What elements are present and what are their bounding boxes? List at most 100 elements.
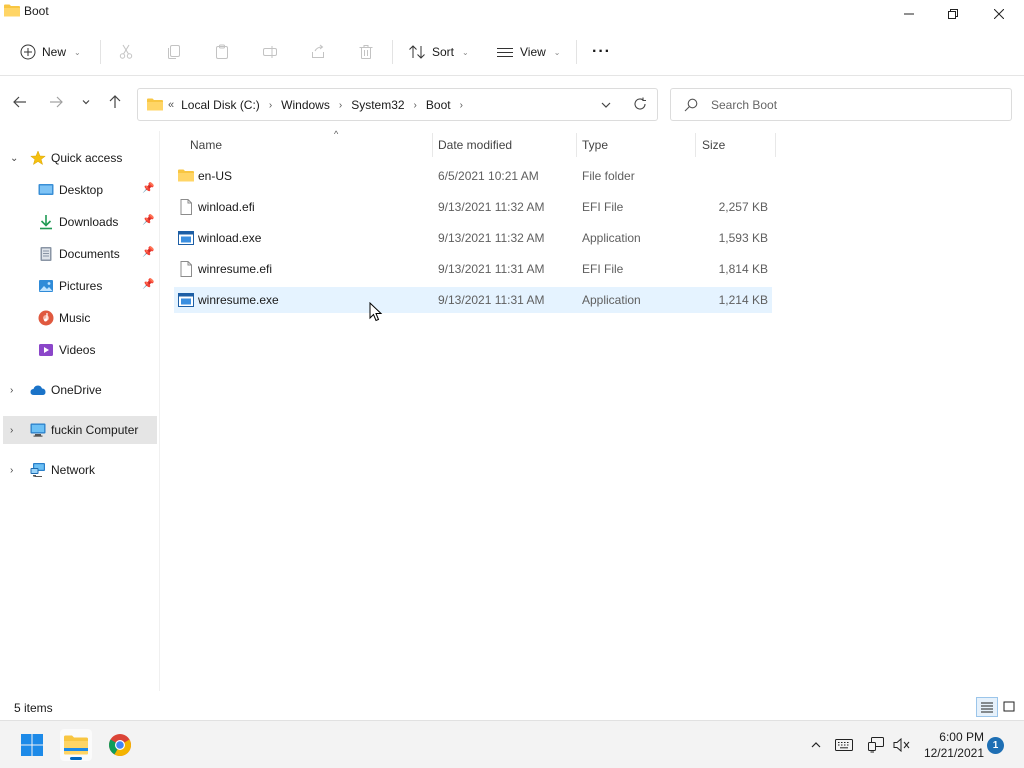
breadcrumb-overflow[interactable]: « xyxy=(168,99,174,111)
chevron-down-icon[interactable]: ⌄ xyxy=(10,153,18,164)
rename-button[interactable] xyxy=(262,38,278,66)
pin-icon[interactable]: 📌 xyxy=(142,247,154,258)
sidebar-item-label: Downloads xyxy=(59,215,119,229)
sidebar-item-computer[interactable]: › fuckin Computer xyxy=(3,416,157,444)
sidebar-item-quick-access[interactable]: ⌄ Quick access xyxy=(0,144,157,172)
pin-icon[interactable]: 📌 xyxy=(142,215,154,226)
pin-icon[interactable]: 📌 xyxy=(142,279,154,290)
chrome-taskbar-button[interactable] xyxy=(104,729,136,761)
column-header-date[interactable]: Date modified xyxy=(438,131,512,159)
chevron-right-icon[interactable]: › xyxy=(269,100,272,111)
column-header-size[interactable]: Size xyxy=(702,131,725,159)
minimize-button[interactable] xyxy=(886,0,932,28)
notification-badge[interactable]: 1 xyxy=(987,737,1004,754)
volume-tray-button[interactable] xyxy=(892,735,912,755)
delete-button[interactable] xyxy=(358,38,374,66)
column-divider[interactable] xyxy=(775,133,776,157)
column-divider[interactable] xyxy=(576,133,577,157)
chevron-down-icon xyxy=(82,100,90,105)
paste-button[interactable] xyxy=(214,38,230,66)
minimize-icon xyxy=(904,13,914,15)
back-button[interactable] xyxy=(12,94,28,110)
navigation-pane: ⌄ Quick access Desktop 📌 Downloads 📌 Doc… xyxy=(0,131,160,691)
chevron-down-icon: ⌄ xyxy=(74,47,81,57)
sidebar-item-label: Documents xyxy=(59,247,120,261)
system-clock[interactable]: 6:00 PM 12/21/2021 xyxy=(916,729,984,761)
table-row[interactable]: en-US 6/5/2021 10:21 AM File folder xyxy=(174,163,772,189)
status-bar: 5 items xyxy=(0,691,1024,719)
command-bar: New ⌄ Sort ⌄ View ⌄ ··· xyxy=(0,28,1024,76)
address-bar[interactable]: « Local Disk (C:) › Windows › System32 ›… xyxy=(137,88,658,121)
sidebar-item-music[interactable]: Music xyxy=(0,304,157,332)
sidebar-item-onedrive[interactable]: › OneDrive xyxy=(0,376,157,404)
breadcrumb-local-disk[interactable]: Local Disk (C:) xyxy=(181,98,260,112)
keyboard-tray-button[interactable] xyxy=(834,735,854,755)
navigation-row: « Local Disk (C:) › Windows › System32 ›… xyxy=(0,77,1024,131)
copy-button[interactable] xyxy=(166,38,182,66)
file-type: EFI File xyxy=(582,200,624,214)
column-divider[interactable] xyxy=(695,133,696,157)
start-button[interactable] xyxy=(16,729,48,761)
recent-locations-button[interactable] xyxy=(78,94,94,110)
column-divider[interactable] xyxy=(432,133,433,157)
active-indicator xyxy=(70,757,82,760)
refresh-icon[interactable] xyxy=(633,97,647,111)
column-header-name[interactable]: Name ^ xyxy=(190,129,338,159)
table-row[interactable]: winload.exe 9/13/2021 11:32 AM Applicati… xyxy=(174,225,772,251)
music-icon xyxy=(38,310,54,326)
file-name: winload.efi xyxy=(198,200,255,214)
sort-ascending-icon: ^ xyxy=(334,129,339,139)
sidebar-item-pictures[interactable]: Pictures 📌 xyxy=(0,272,157,300)
sidebar-item-network[interactable]: › Network xyxy=(0,456,157,484)
sidebar-item-documents[interactable]: Documents 📌 xyxy=(0,240,157,268)
forward-button[interactable] xyxy=(48,94,64,110)
address-dropdown-icon[interactable] xyxy=(600,99,612,111)
sidebar-item-videos[interactable]: Videos xyxy=(0,336,157,364)
file-name: winresume.exe xyxy=(198,293,279,307)
breadcrumb-boot[interactable]: Boot xyxy=(426,98,451,112)
arrow-left-icon xyxy=(13,96,26,108)
details-view-button[interactable] xyxy=(976,697,998,717)
large-icons-view-button[interactable] xyxy=(998,697,1020,717)
sort-button[interactable]: Sort ⌄ xyxy=(408,38,469,66)
up-button[interactable] xyxy=(107,94,123,110)
new-button[interactable]: New ⌄ xyxy=(20,38,81,66)
view-button[interactable]: View ⌄ xyxy=(496,38,561,66)
chevron-down-icon: ⌄ xyxy=(553,47,561,57)
sidebar-item-downloads[interactable]: Downloads 📌 xyxy=(0,208,157,236)
breadcrumb-system32[interactable]: System32 xyxy=(351,98,404,112)
table-row[interactable]: winresume.exe 9/13/2021 11:31 AM Applica… xyxy=(174,287,772,313)
network-status-icon xyxy=(868,737,884,753)
scissors-icon xyxy=(119,44,133,59)
sidebar-item-label: fuckin Computer xyxy=(51,423,139,437)
chevron-right-icon[interactable]: › xyxy=(339,100,342,111)
network-tray-button[interactable] xyxy=(866,735,886,755)
window-title: Boot xyxy=(24,4,49,18)
more-icon: ··· xyxy=(592,43,611,60)
show-hidden-icons-button[interactable] xyxy=(806,735,826,755)
pin-icon[interactable]: 📌 xyxy=(142,183,154,194)
column-header-type[interactable]: Type xyxy=(582,131,608,159)
chevron-right-icon[interactable]: › xyxy=(414,100,417,111)
chevron-right-icon[interactable]: › xyxy=(10,465,13,476)
chevron-right-icon[interactable]: › xyxy=(460,100,463,111)
folder-icon xyxy=(147,98,163,111)
share-button[interactable] xyxy=(310,38,326,66)
table-row[interactable]: winresume.efi 9/13/2021 11:31 AM EFI Fil… xyxy=(174,256,772,282)
arrow-right-icon xyxy=(50,96,63,108)
cloud-icon xyxy=(30,385,46,395)
file-explorer-taskbar-button[interactable] xyxy=(60,729,92,761)
search-input[interactable]: Search Boot xyxy=(670,88,1012,121)
more-options-button[interactable]: ··· xyxy=(592,38,611,66)
file-type: Application xyxy=(582,231,641,245)
chevron-right-icon[interactable]: › xyxy=(10,425,13,436)
restore-button[interactable] xyxy=(930,0,976,28)
chevron-right-icon[interactable]: › xyxy=(10,385,13,396)
sort-icon xyxy=(409,45,425,59)
table-row[interactable]: winload.efi 9/13/2021 11:32 AM EFI File … xyxy=(174,194,772,220)
breadcrumb-windows[interactable]: Windows xyxy=(281,98,330,112)
close-button[interactable] xyxy=(976,0,1022,28)
sidebar-item-desktop[interactable]: Desktop 📌 xyxy=(0,176,157,204)
file-explorer-icon xyxy=(64,735,88,755)
cut-button[interactable] xyxy=(118,38,134,66)
